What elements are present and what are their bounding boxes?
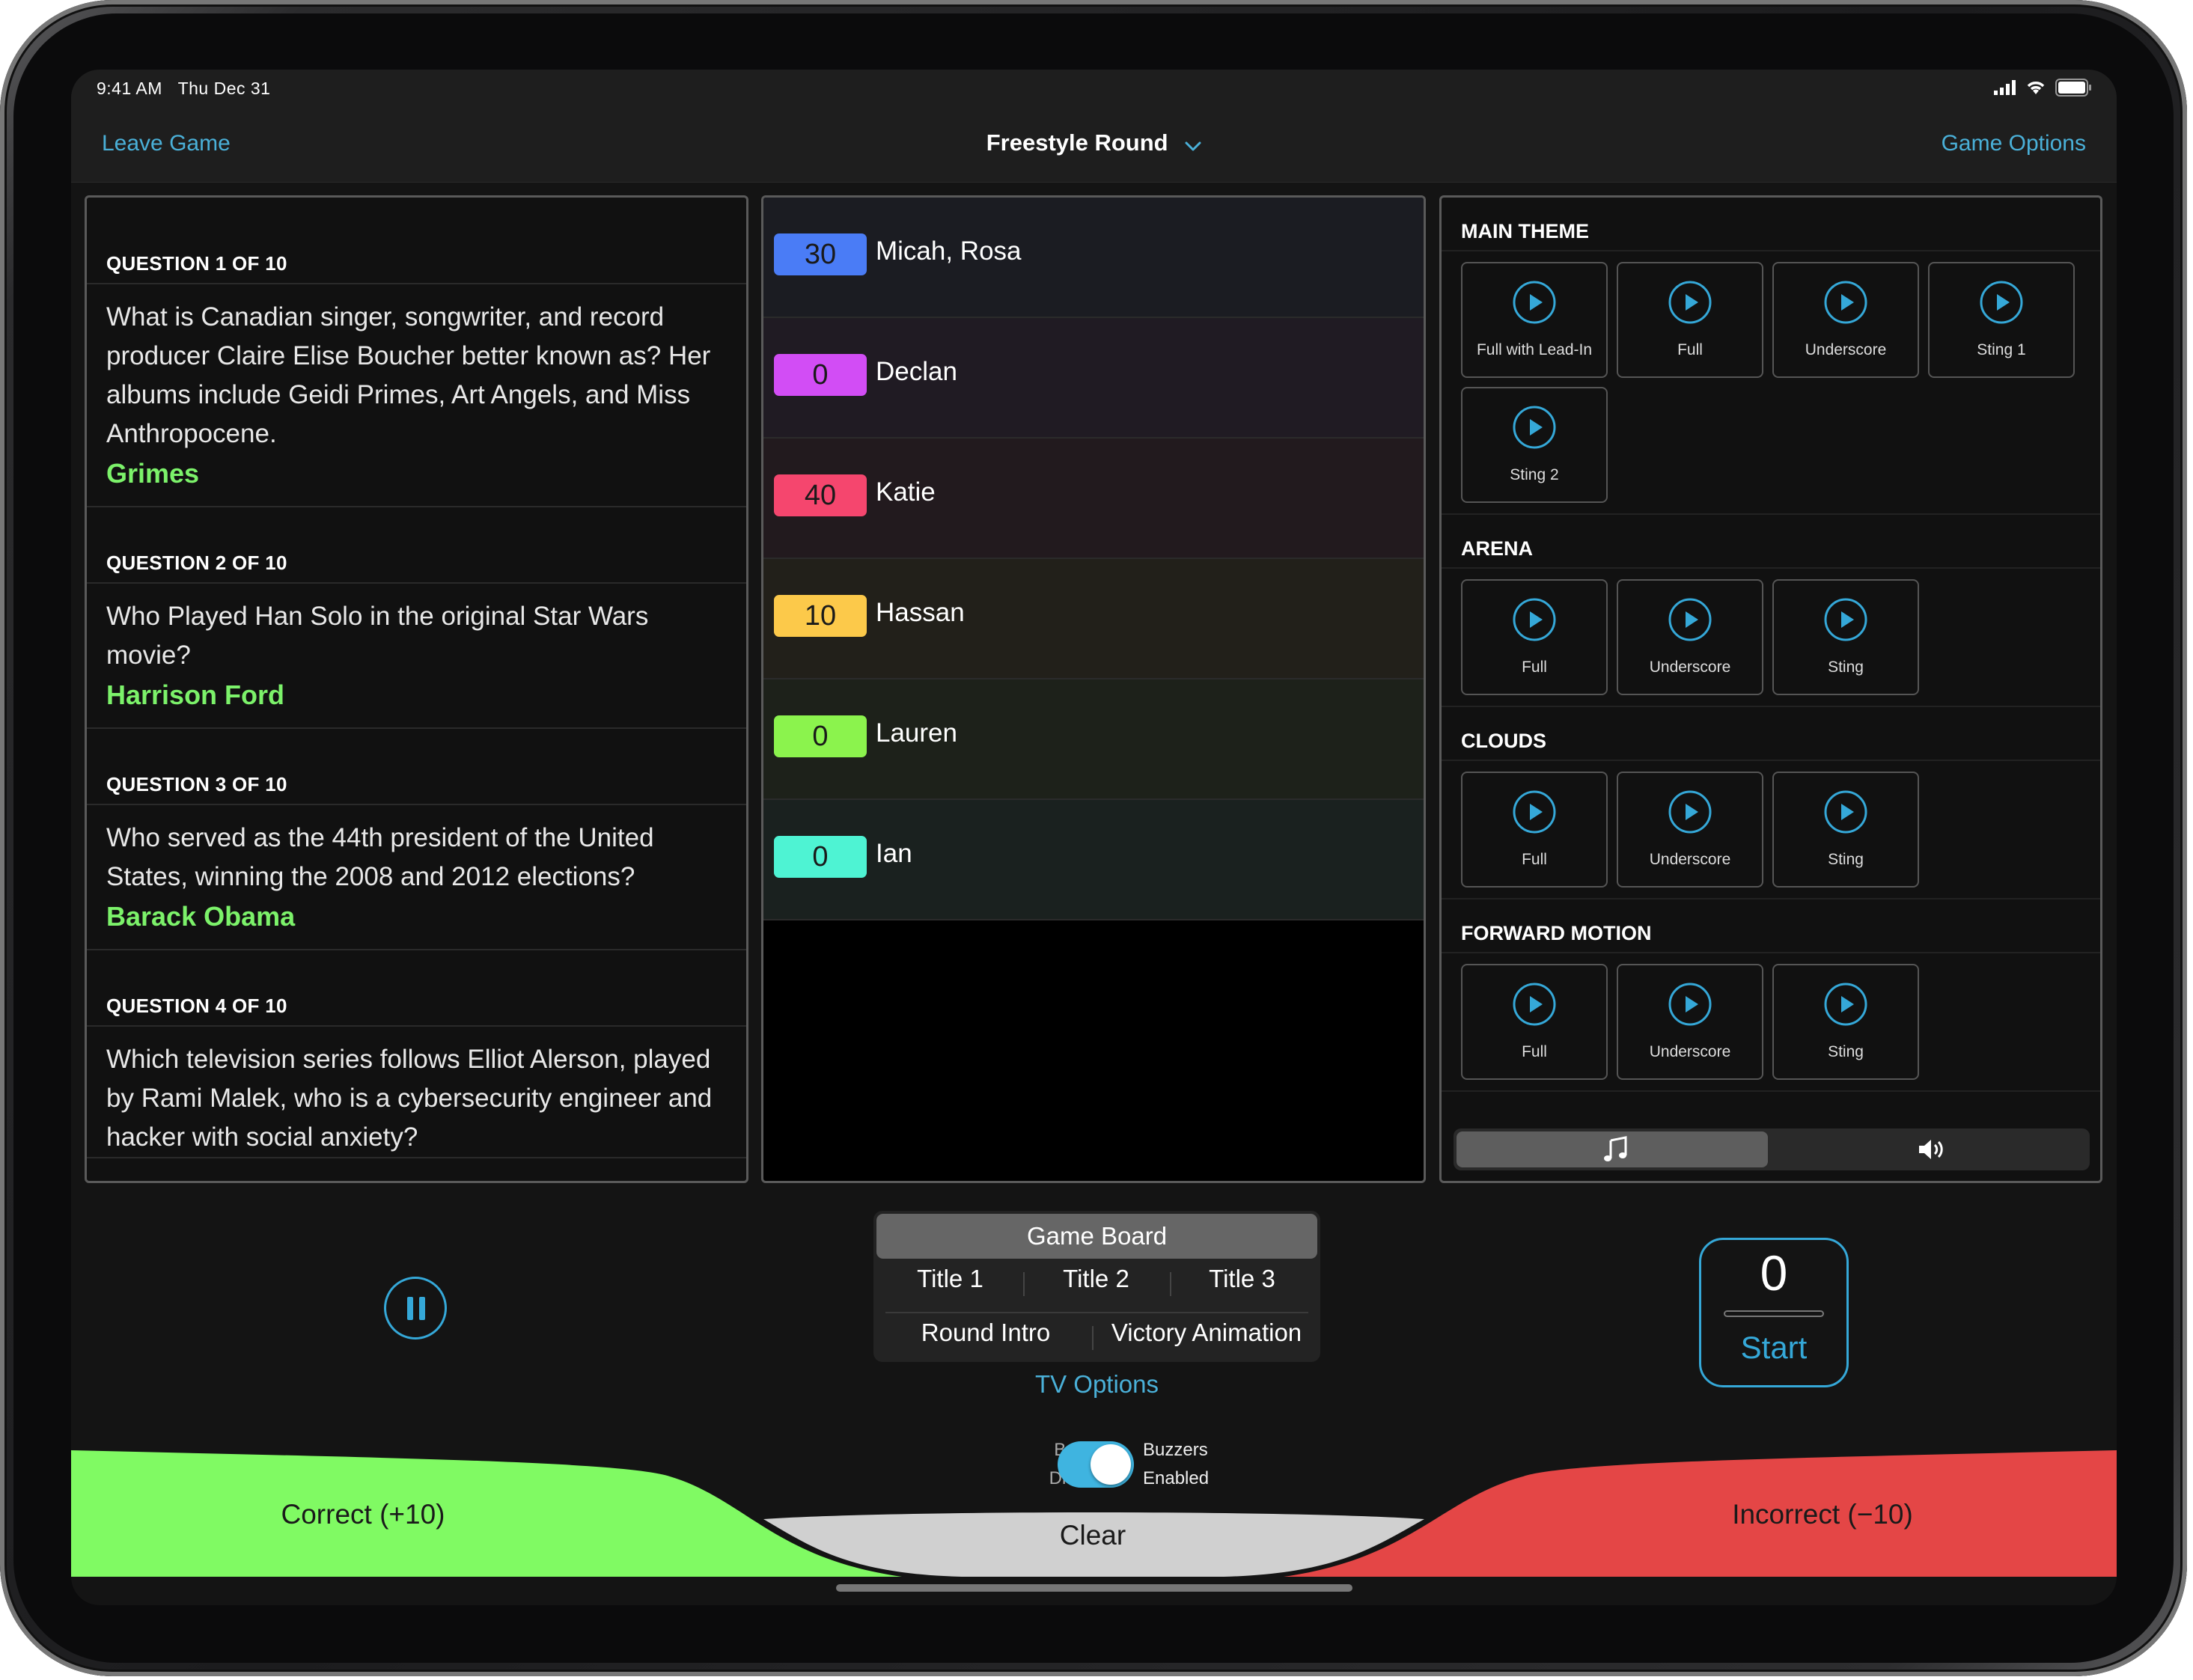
ipad-device-frame: 9:41 AM Thu Dec 31 Leave Game Freestyle …: [0, 0, 2187, 1676]
home-indicator[interactable]: [836, 1584, 1352, 1592]
correct-button[interactable]: Correct (+10): [206, 1499, 520, 1530]
clear-button[interactable]: Clear: [962, 1520, 1224, 1551]
incorrect-button[interactable]: Incorrect (−10): [1665, 1499, 1980, 1530]
app-screen: 9:41 AM Thu Dec 31 Leave Game Freestyle …: [71, 70, 2117, 1605]
buzzers-enabled-label: Buzzers Enabled: [1143, 1440, 1210, 1488]
answer-action-shapes: [71, 1450, 2117, 1577]
buzzers-toggle[interactable]: [1058, 1441, 1134, 1488]
toggle-knob: [1091, 1444, 1131, 1485]
